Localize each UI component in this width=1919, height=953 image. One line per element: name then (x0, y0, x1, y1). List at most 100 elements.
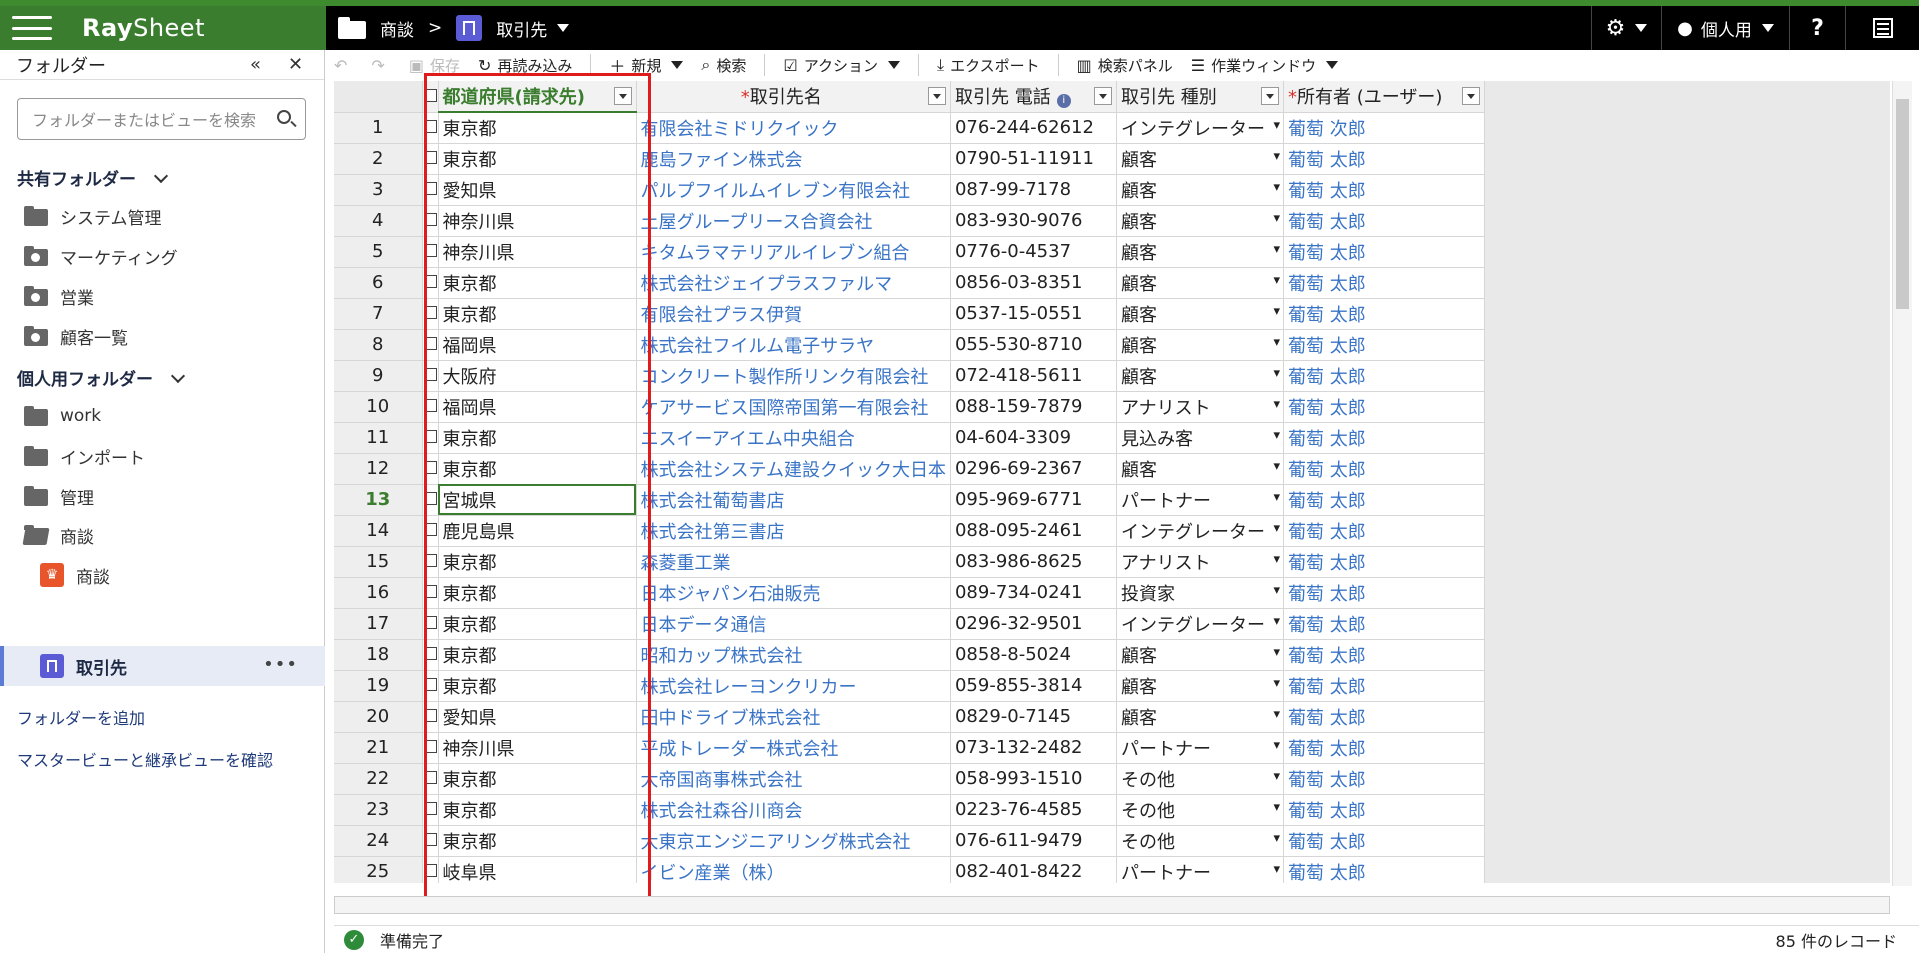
cell-account-name[interactable]: 土屋グループリース合資会社 (636, 205, 951, 237)
table-row[interactable]: 1 東京都有限会社ミドリクイック076-244-62612インテグレーター葡萄 次… (334, 112, 1485, 144)
row-checkbox[interactable] (422, 701, 439, 733)
user-menu-button[interactable]: ● 個人用 (1661, 6, 1789, 50)
hamburger-menu-icon[interactable] (12, 13, 52, 43)
row-checkbox[interactable] (422, 143, 439, 175)
cell-phone[interactable]: 0790-51-11911 (950, 143, 1117, 175)
cell-type[interactable]: アナリスト (1116, 391, 1284, 423)
row-checkbox[interactable] (422, 608, 439, 640)
cell-phone[interactable]: 0537-15-0551 (950, 298, 1117, 330)
cell-prefecture[interactable]: 福岡県 (438, 391, 637, 423)
folder-item-work[interactable]: work (24, 401, 101, 431)
cell-account-name[interactable]: 株式会社第三書店 (636, 515, 951, 547)
cell-phone[interactable]: 095-969-6771 (950, 484, 1117, 516)
cell-type[interactable]: 顧客 (1116, 174, 1284, 206)
cell-account-name[interactable]: 有限会社ミドリクイック (636, 112, 951, 144)
cell-phone[interactable]: 076-244-62612 (950, 112, 1117, 144)
cell-owner[interactable]: 葡萄 太郎 (1283, 732, 1485, 764)
cell-type[interactable]: 顧客 (1116, 639, 1284, 671)
master-view-link[interactable]: マスタービューと継承ビューを確認 (17, 747, 273, 771)
cell-owner[interactable]: 葡萄 太郎 (1283, 670, 1485, 702)
cell-account-name[interactable]: 大東京エンジニアリング株式会社 (636, 825, 951, 857)
cell-prefecture[interactable]: 東京都 (438, 267, 637, 299)
cell-prefecture[interactable]: 鹿児島県 (438, 515, 637, 547)
cell-phone[interactable]: 083-930-9076 (950, 205, 1117, 237)
add-folder-link[interactable]: フォルダーを追加 (17, 705, 145, 729)
cell-type[interactable]: インテグレーター (1116, 515, 1284, 547)
collapse-icon[interactable]: « (250, 54, 261, 75)
table-row[interactable]: 25 岐阜県イビン産業（株）082-401-8422パートナー葡萄 太郎 (334, 856, 1485, 883)
table-row[interactable]: 24 東京都大東京エンジニアリング株式会社076-611-9479その他葡萄 太郎 (334, 825, 1485, 857)
select-all-checkbox[interactable] (422, 81, 439, 113)
cell-account-name[interactable]: ケアサービス国際帝国第一有限会社 (636, 391, 951, 423)
cell-owner[interactable]: 葡萄 太郎 (1283, 205, 1485, 237)
filter-dropdown-icon[interactable] (1093, 87, 1112, 105)
view-item-deals[interactable]: ♛ 商談 (40, 560, 110, 590)
new-button[interactable]: ＋新規 (609, 53, 684, 77)
cell-prefecture[interactable]: 東京都 (438, 670, 637, 702)
row-checkbox[interactable] (422, 825, 439, 857)
cell-owner[interactable]: 葡萄 太郎 (1283, 639, 1485, 671)
cell-type[interactable]: インテグレーター (1116, 112, 1284, 144)
cell-account-name[interactable]: 鹿島ファイン株式会 (636, 143, 951, 175)
cell-account-name[interactable]: 日本ジャパン石油販売 (636, 577, 951, 609)
cell-prefecture[interactable]: 愛知県 (438, 174, 637, 206)
breadcrumb-folder[interactable]: 商談 (380, 16, 414, 41)
cell-phone[interactable]: 088-095-2461 (950, 515, 1117, 547)
cell-owner[interactable]: 葡萄 太郎 (1283, 484, 1485, 516)
horizontal-scrollbar[interactable] (334, 896, 1890, 914)
row-checkbox[interactable] (422, 267, 439, 299)
filter-dropdown-icon[interactable] (1461, 87, 1480, 105)
cell-owner[interactable]: 葡萄 太郎 (1283, 577, 1485, 609)
cell-type[interactable]: 顧客 (1116, 701, 1284, 733)
grid-corner[interactable] (334, 81, 423, 113)
table-row[interactable]: 22 東京都大帝国商事株式会社058-993-1510その他葡萄 太郎 (334, 763, 1485, 795)
cell-owner[interactable]: 葡萄 太郎 (1283, 236, 1485, 268)
filter-dropdown-icon[interactable] (1260, 87, 1279, 105)
cell-phone[interactable]: 0296-32-9501 (950, 608, 1117, 640)
row-checkbox[interactable] (422, 639, 439, 671)
table-row[interactable]: 16 東京都日本ジャパン石油販売089-734-0241投資家葡萄 太郎 (334, 577, 1485, 609)
cell-owner[interactable]: 葡萄 太郎 (1283, 143, 1485, 175)
shared-folders-header[interactable]: 共有フォルダー (17, 165, 169, 190)
cell-prefecture[interactable]: 神奈川県 (438, 205, 637, 237)
row-checkbox[interactable] (422, 484, 439, 516)
table-row[interactable]: 23 東京都株式会社森谷川商会0223-76-4585その他葡萄 太郎 (334, 794, 1485, 826)
row-checkbox[interactable] (422, 856, 439, 883)
cell-type[interactable]: 顧客 (1116, 360, 1284, 392)
undo-button[interactable]: ↶ (334, 56, 353, 75)
cell-prefecture[interactable]: 東京都 (438, 639, 637, 671)
cell-owner[interactable]: 葡萄 太郎 (1283, 267, 1485, 299)
folder-item-customers[interactable]: 顧客一覧 (24, 321, 128, 351)
row-checkbox[interactable] (422, 515, 439, 547)
breadcrumb-view[interactable]: 取引先 (496, 16, 547, 41)
cell-prefecture[interactable]: 宮城県 (438, 484, 637, 516)
folder-item-marketing[interactable]: マーケティング (24, 241, 178, 271)
folder-item-sales[interactable]: 営業 (24, 281, 94, 311)
cell-type[interactable]: 顧客 (1116, 143, 1284, 175)
table-row[interactable]: 11 東京都エスイーアイエム中央組合04-604-3309見込み客葡萄 太郎 (334, 422, 1485, 454)
table-row[interactable]: 5 神奈川県キタムラマテリアルイレブン組合0776-0-4537顧客葡萄 太郎 (334, 236, 1485, 268)
reload-button[interactable]: ↻ 再読み込み (478, 55, 572, 76)
cell-type[interactable]: パートナー (1116, 732, 1284, 764)
close-icon[interactable]: ✕ (288, 54, 303, 75)
table-row[interactable]: 12 東京都株式会社システム建設クイック大日本0296-69-2367顧客葡萄 太… (334, 453, 1485, 485)
cell-account-name[interactable]: 日本データ通信 (636, 608, 951, 640)
folder-search-input[interactable]: フォルダーまたはビューを検索 (17, 98, 306, 140)
cell-type[interactable]: 顧客 (1116, 236, 1284, 268)
view-item-accounts[interactable]: 取引先 (40, 651, 127, 681)
cell-phone[interactable]: 089-734-0241 (950, 577, 1117, 609)
cell-account-name[interactable]: 株式会社森谷川商会 (636, 794, 951, 826)
cell-phone[interactable]: 0296-69-2367 (950, 453, 1117, 485)
column-header-prefecture[interactable]: 都道府県(請求先) (438, 81, 637, 113)
action-button[interactable]: ☑ アクション (783, 55, 900, 76)
cell-prefecture[interactable]: 神奈川県 (438, 732, 637, 764)
cell-owner[interactable]: 葡萄 太郎 (1283, 453, 1485, 485)
table-row[interactable]: 19 東京都株式会社レーヨンクリカー059-855-3814顧客葡萄 太郎 (334, 670, 1485, 702)
cell-owner[interactable]: 葡萄 太郎 (1283, 794, 1485, 826)
row-checkbox[interactable] (422, 546, 439, 578)
cell-account-name[interactable]: 株式会社ジェイプラスファルマ (636, 267, 951, 299)
cell-prefecture[interactable]: 東京都 (438, 298, 637, 330)
cell-type[interactable]: 投資家 (1116, 577, 1284, 609)
cell-type[interactable]: パートナー (1116, 484, 1284, 516)
row-checkbox[interactable] (422, 453, 439, 485)
